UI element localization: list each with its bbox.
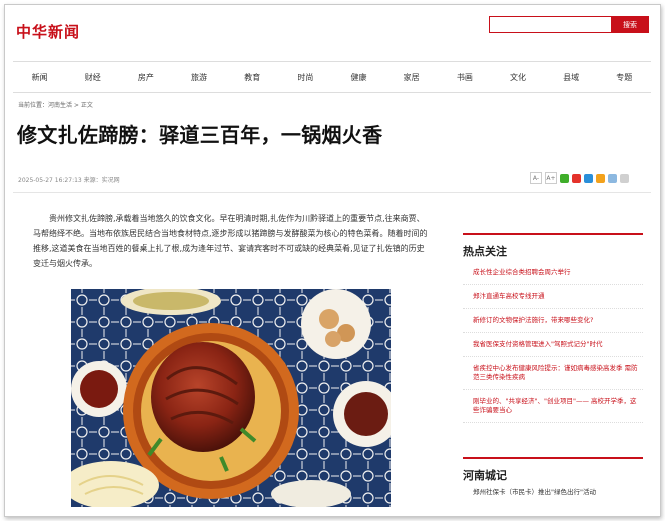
main-nav: 新闻 财经 房产 旅游 教育 时尚 健康 家居 书画 文化 县域 专题 [13, 61, 651, 93]
breadcrumb: 当前位置：河南生活 > 正文 [18, 102, 93, 109]
nav-item[interactable]: 旅游 [191, 72, 207, 83]
nav-item[interactable]: 房产 [138, 72, 154, 83]
hot-topics-panel: 热点关注 成长性企业综合类招聘会周六举行 郑汴直通车高校专线开通 新修订的文物保… [463, 233, 643, 423]
nav-item[interactable]: 专题 [616, 72, 632, 83]
article-tools: A- A+ [530, 172, 629, 184]
hot-topic-link[interactable]: 成长性企业综合类招聘会周六举行 [463, 261, 643, 285]
nav-item[interactable]: 书画 [457, 72, 473, 83]
copy-link-icon[interactable] [620, 173, 629, 183]
article-title: 修文扎佐蹄膀：驿道三百年，一锅烟火香 [17, 123, 383, 147]
font-increase-button[interactable]: A+ [545, 172, 557, 184]
article-paragraph: 贵州修文扎佐蹄膀,承载着当地悠久的饮食文化。早在明清时期,扎佐作为川黔驿道上的重… [33, 214, 428, 268]
city-news-panel: 河南城记 郑州社保卡（市民卡）推出"绿色出行"活动 [463, 457, 643, 504]
nav-item[interactable]: 财经 [85, 72, 101, 83]
share-icon[interactable] [608, 173, 617, 183]
hot-topics-title: 热点关注 [463, 233, 643, 261]
hot-topic-link[interactable]: 郑汴直通车高校专线开通 [463, 285, 643, 309]
article-photo [71, 289, 391, 507]
article-meta: 2025-05-27 16:27:13 来源：实况网 [18, 177, 120, 184]
search-button[interactable]: 搜索 [611, 16, 649, 33]
weibo-share-icon[interactable] [572, 173, 581, 183]
search-input[interactable] [489, 16, 611, 33]
qq-share-icon[interactable] [584, 173, 593, 183]
hot-topic-link[interactable]: 刚毕业的、"共享经济"、"创业项目"—— 高校开学季，这些诈骗要当心 [463, 390, 643, 423]
nav-item[interactable]: 文化 [510, 72, 526, 83]
braised-pork-dish-image [71, 289, 391, 507]
nav-item[interactable]: 新闻 [32, 72, 48, 83]
hot-topic-link[interactable]: 省疾控中心发布健康风险提示：谨如病毒感染高发季 需防范三类传染性疾病 [463, 357, 643, 390]
nav-item[interactable]: 县域 [563, 72, 579, 83]
wechat-share-icon[interactable] [560, 173, 569, 183]
city-news-link[interactable]: 郑州社保卡（市民卡）推出"绿色出行"活动 [463, 485, 643, 504]
nav-item[interactable]: 时尚 [297, 72, 313, 83]
city-news-title: 河南城记 [463, 457, 643, 485]
nav-item[interactable]: 家居 [404, 72, 420, 83]
hot-topic-link[interactable]: 我省医保支付资格管理进入"驾照式记分"时代 [463, 333, 643, 357]
font-decrease-button[interactable]: A- [530, 172, 542, 184]
site-logo[interactable]: 中华新闻 [16, 21, 80, 42]
divider [13, 192, 651, 193]
nav-item[interactable]: 健康 [351, 72, 367, 83]
search-bar: 搜索 [489, 16, 649, 33]
qzone-share-icon[interactable] [596, 173, 605, 183]
nav-item[interactable]: 教育 [244, 72, 260, 83]
hot-topic-link[interactable]: 新修订的文物保护法施行，带来哪些变化? [463, 309, 643, 333]
page-frame: 中华新闻 搜索 新闻 财经 房产 旅游 教育 时尚 健康 家居 书画 文化 县域… [4, 4, 661, 517]
